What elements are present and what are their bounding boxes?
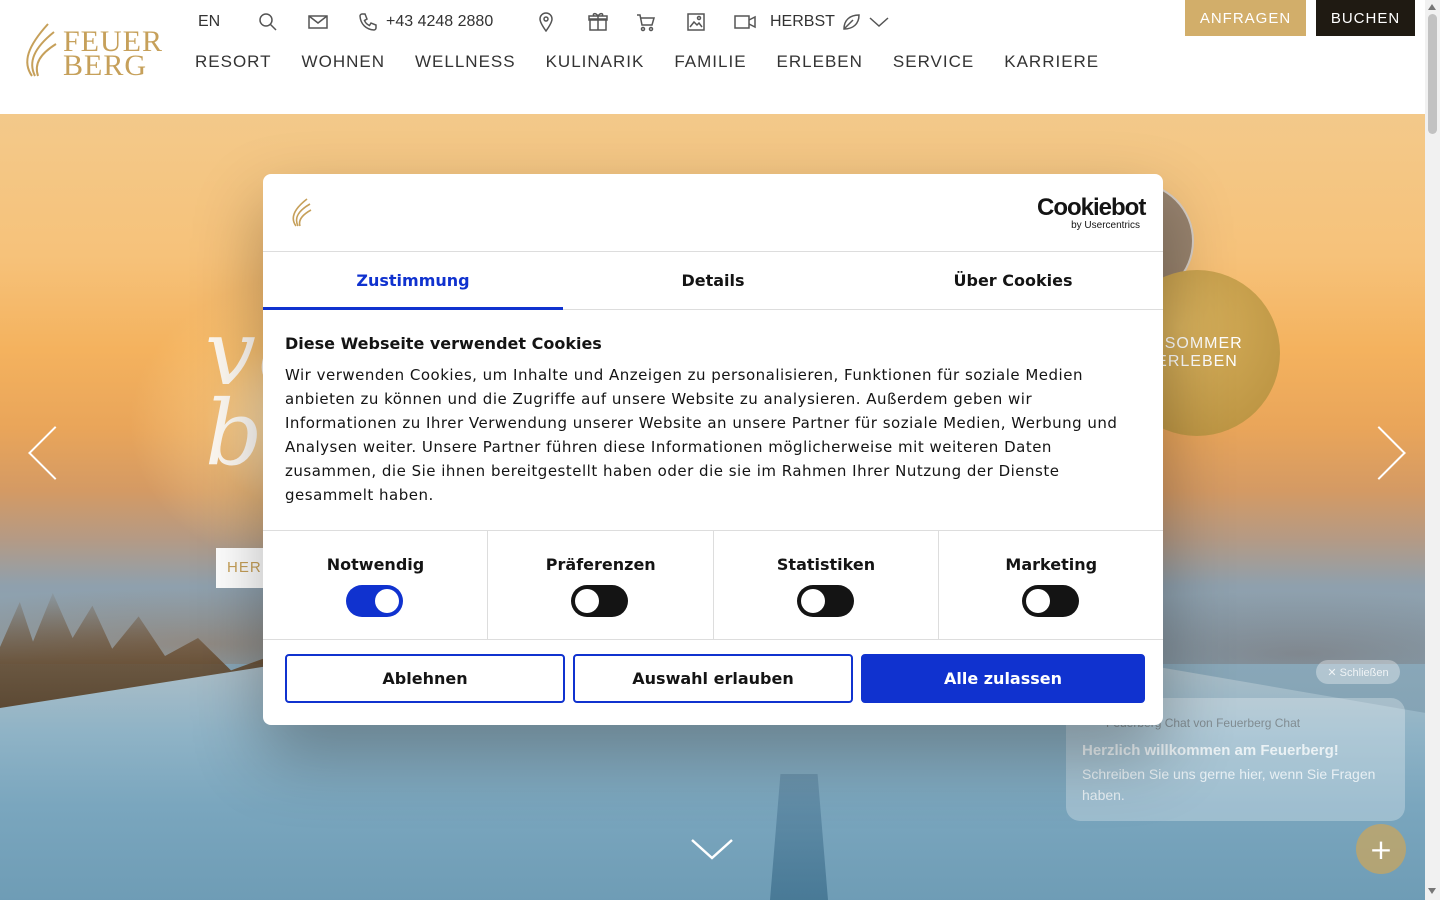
category-label: Statistiken bbox=[776, 555, 876, 574]
category-praeferenzen: Präferenzen bbox=[488, 531, 714, 639]
phone-icon bbox=[359, 13, 377, 31]
plus-icon: + bbox=[1369, 832, 1393, 866]
scroll-down-icon[interactable] bbox=[690, 826, 734, 870]
tab-zustimmung[interactable]: Zustimmung bbox=[263, 252, 563, 310]
leaf-icon bbox=[843, 14, 860, 30]
scroll-up-arrow-icon[interactable] bbox=[1428, 4, 1436, 10]
site-header: FEUER BERG EN +43 4248 2880 HERBST RESOR… bbox=[0, 0, 1425, 114]
cookiebot-byline: by Usercentrics bbox=[1071, 220, 1140, 231]
dialog-description: Wir verwenden Cookies, um Inhalte und An… bbox=[285, 366, 1118, 504]
phone-link[interactable]: +43 4248 2880 bbox=[358, 12, 538, 32]
nav-item-wellness[interactable]: WELLNESS bbox=[415, 52, 516, 72]
category-statistiken: Statistiken bbox=[714, 531, 939, 639]
tab-details[interactable]: Details bbox=[563, 252, 863, 309]
toggle-knob bbox=[1025, 589, 1050, 613]
toggle-knob bbox=[800, 589, 825, 613]
chevron-down-icon bbox=[869, 17, 889, 28]
location-button[interactable] bbox=[538, 12, 588, 32]
nav-item-resort[interactable]: RESORT bbox=[195, 52, 272, 72]
tab-ueber-cookies[interactable]: Über Cookies bbox=[863, 252, 1163, 309]
search-icon bbox=[259, 13, 277, 31]
category-notwendig: Notwendig bbox=[263, 531, 489, 639]
toggle-notwendig[interactable] bbox=[346, 585, 403, 617]
chat-close-button[interactable]: ✕ Schließen bbox=[1316, 660, 1400, 684]
utility-bar: EN +43 4248 2880 HERBST bbox=[198, 10, 889, 34]
nav-item-service[interactable]: SERVICE bbox=[893, 52, 974, 72]
decline-button[interactable]: Ablehnen bbox=[285, 654, 565, 703]
phone-number: +43 4248 2880 bbox=[386, 13, 494, 30]
dialog-buttons: Ablehnen Auswahl erlauben Alle zulassen bbox=[285, 654, 1145, 703]
season-switch[interactable]: HERBST bbox=[770, 12, 889, 32]
video-icon bbox=[734, 15, 756, 29]
image-icon bbox=[687, 13, 705, 31]
nav-item-familie[interactable]: FAMILIE bbox=[674, 52, 746, 72]
nav-item-kulinarik[interactable]: KULINARIK bbox=[546, 52, 645, 72]
chat-body: Schreiben Sie uns gerne hier, wenn Sie F… bbox=[1082, 766, 1376, 803]
nav-item-wohnen[interactable]: WOHNEN bbox=[302, 52, 385, 72]
voucher-button[interactable] bbox=[588, 12, 636, 32]
consent-categories: Notwendig Präferenzen Statistiken Market… bbox=[263, 530, 1163, 640]
dialog-header: Cookiebot by Usercentrics bbox=[263, 174, 1163, 252]
toggle-knob bbox=[375, 589, 399, 613]
language-switch[interactable]: EN bbox=[198, 13, 258, 31]
toggle-marketing[interactable] bbox=[1021, 585, 1079, 617]
flame-logo-icon bbox=[26, 23, 57, 77]
badge-line2: ERLEBEN bbox=[1156, 353, 1238, 370]
gift-icon bbox=[588, 12, 608, 31]
anfragen-button[interactable]: ANFRAGEN bbox=[1185, 0, 1306, 36]
mail-icon bbox=[308, 15, 328, 29]
category-marketing: Marketing bbox=[939, 531, 1163, 639]
main-navigation: RESORT WOHNEN WELLNESS KULINARIK FAMILIE… bbox=[195, 52, 1129, 72]
cart-icon bbox=[637, 14, 655, 32]
dialog-title: Diese Webseite verwendet Cookies bbox=[285, 334, 602, 353]
cookiebot-logo[interactable]: Cookiebot by Usercentrics bbox=[1037, 194, 1146, 232]
dialog-tabs: Zustimmung Details Über Cookies bbox=[263, 252, 1163, 310]
feuerberg-logo[interactable]: FEUER BERG bbox=[18, 18, 168, 82]
buchen-button[interactable]: BUCHEN bbox=[1316, 0, 1415, 36]
shop-button[interactable] bbox=[636, 12, 686, 32]
search-button[interactable] bbox=[258, 12, 308, 32]
chat-title: Herzlich willkommen am Feuerberg! bbox=[1082, 742, 1339, 759]
gallery-button[interactable] bbox=[686, 12, 734, 32]
cookie-consent-dialog: Cookiebot by Usercentrics Zustimmung Det… bbox=[263, 174, 1163, 725]
category-label: Marketing bbox=[1005, 555, 1098, 574]
nav-item-erleben[interactable]: ERLEBEN bbox=[777, 52, 863, 72]
badge-line1: GSOMMER bbox=[1151, 335, 1243, 352]
feuerberg-flame-icon bbox=[292, 198, 312, 227]
nav-item-karriere[interactable]: KARRIERE bbox=[1004, 52, 1099, 72]
cookiebot-wordmark: Cookiebot bbox=[1037, 194, 1146, 221]
allow-all-button[interactable]: Alle zulassen bbox=[861, 654, 1145, 703]
logo-word-berg: BERG bbox=[63, 49, 148, 82]
scroll-down-arrow-icon[interactable] bbox=[1428, 888, 1436, 894]
video-button[interactable] bbox=[734, 14, 770, 30]
toggle-praeferenzen[interactable] bbox=[571, 585, 629, 617]
category-label: Präferenzen bbox=[545, 555, 656, 574]
chat-open-button[interactable]: + bbox=[1356, 824, 1406, 874]
toggle-statistiken[interactable] bbox=[796, 585, 854, 617]
location-pin-icon bbox=[539, 12, 553, 32]
scrollbar-thumb[interactable] bbox=[1428, 14, 1437, 134]
season-label: HERBST bbox=[770, 13, 835, 30]
category-label: Notwendig bbox=[326, 555, 425, 574]
email-button[interactable] bbox=[308, 14, 358, 30]
toggle-knob bbox=[575, 589, 600, 613]
page-scrollbar[interactable] bbox=[1425, 0, 1440, 900]
allow-selection-button[interactable]: Auswahl erlauben bbox=[573, 654, 853, 703]
